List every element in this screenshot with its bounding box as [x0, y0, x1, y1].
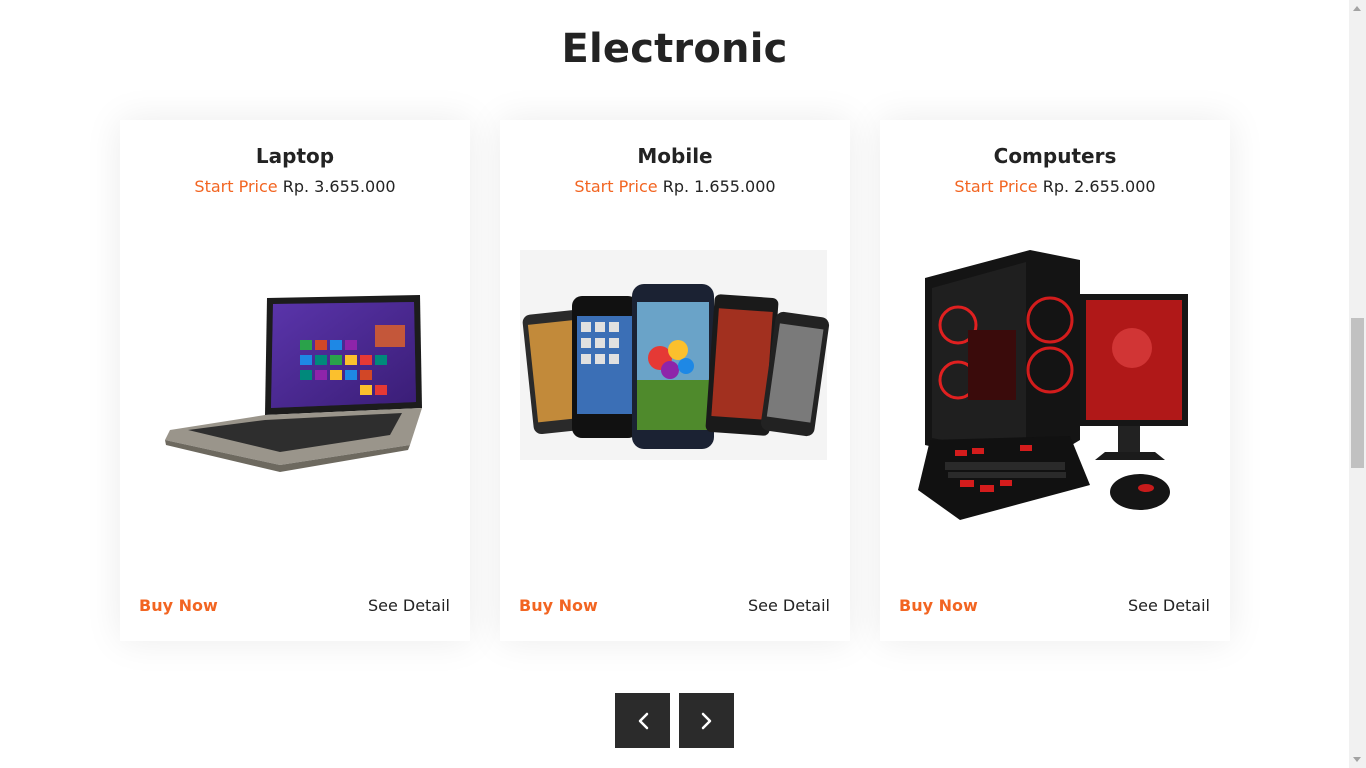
product-price: Start Price Rp. 2.655.000 — [880, 177, 1230, 196]
price-value: Rp. 2.655.000 — [1042, 177, 1156, 196]
price-value: Rp. 3.655.000 — [282, 177, 396, 196]
see-detail-link[interactable]: See Detail — [368, 596, 450, 615]
carousel-prev-button[interactable] — [615, 693, 670, 748]
see-detail-link[interactable]: See Detail — [748, 596, 830, 615]
page: Electronic Laptop Start Price Rp. 3.655.… — [0, 0, 1349, 768]
start-price-label: Start Price — [954, 177, 1038, 196]
laptop-image — [165, 295, 422, 472]
scroll-up-icon[interactable] — [1353, 6, 1361, 11]
see-detail-link[interactable]: See Detail — [1128, 596, 1210, 615]
product-card-mobile: Mobile Start Price Rp. 1.655.000 Buy Now… — [500, 120, 850, 641]
product-price: Start Price Rp. 1.655.000 — [500, 177, 850, 196]
product-card-laptop: Laptop Start Price Rp. 3.655.000 Buy Now… — [120, 120, 470, 641]
scroll-down-icon[interactable] — [1353, 757, 1361, 762]
chevron-left-icon — [638, 712, 648, 729]
gaming-pc-image — [918, 250, 1188, 520]
smartphones-image — [520, 250, 830, 460]
buy-now-button[interactable]: Buy Now — [899, 596, 978, 615]
product-title: Computers — [993, 144, 1117, 168]
section-title: Electronic — [561, 26, 788, 72]
carousel-next-button[interactable] — [679, 693, 734, 748]
start-price-label: Start Price — [574, 177, 658, 196]
scrollbar-thumb[interactable] — [1351, 318, 1364, 468]
page-scrollbar[interactable] — [1349, 0, 1366, 768]
product-title: Laptop — [255, 144, 335, 168]
buy-now-button[interactable]: Buy Now — [139, 596, 218, 615]
product-title: Mobile — [637, 144, 713, 168]
price-value: Rp. 1.655.000 — [662, 177, 776, 196]
product-card-computers: Computers Start Price Rp. 2.655.000 Buy … — [880, 120, 1230, 641]
start-price-label: Start Price — [194, 177, 278, 196]
chevron-right-icon — [701, 712, 711, 729]
buy-now-button[interactable]: Buy Now — [519, 596, 598, 615]
product-price: Start Price Rp. 3.655.000 — [120, 177, 470, 196]
